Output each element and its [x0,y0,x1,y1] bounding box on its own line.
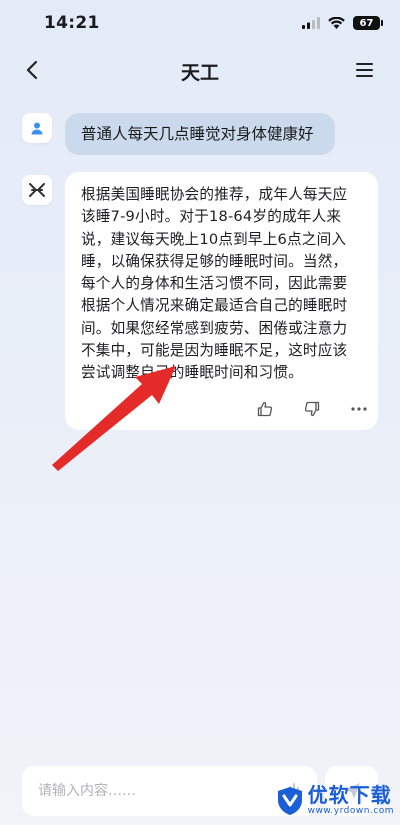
hamburger-icon-line [356,75,373,77]
status-bar: 14:21 67 [0,0,400,48]
status-icons: 67 [302,16,383,30]
more-dots-icon [351,407,367,411]
battery-icon: 67 [353,16,383,30]
more-options-button[interactable] [348,398,370,420]
page-title: 天工 [180,62,219,84]
shield-logo-icon [277,786,302,815]
watermark-url: www.yrdown.com [307,806,394,816]
bot-avatar [22,175,52,205]
watermark-title: 优软下载 [307,783,392,807]
nav-bar: 天工 [0,48,400,92]
dislike-button[interactable] [301,398,323,420]
user-icon [31,122,43,135]
message-actions [65,398,378,420]
user-avatar [22,113,52,143]
menu-button[interactable] [356,58,380,82]
user-message-bubble: 普通人每天几点睡觉对身体健康好 [65,113,335,155]
status-time: 14:21 [44,13,100,33]
watermark-text: 优软下载 www.yrdown.com [308,784,394,817]
tiangong-logo-icon [29,183,45,197]
hamburger-icon-line [356,69,373,71]
message-input-bar [22,766,317,816]
like-button[interactable] [254,398,276,420]
wifi-icon [328,17,345,29]
message-input[interactable] [22,766,272,816]
watermark: 优软下载 www.yrdown.com [277,784,394,817]
thumbs-up-icon [257,401,273,417]
bot-message-bubble: 根据美国睡眠协会的推荐，成年人每天应该睡7-9小时。对于18-64岁的成年人来说… [65,172,378,430]
hamburger-icon [356,63,373,65]
signal-icon [302,17,320,29]
battery-level: 67 [359,17,374,29]
bot-message-text: 根据美国睡眠协会的推荐，成年人每天应该睡7-9小时。对于18-64岁的成年人来说… [81,186,348,382]
thumbs-down-icon [304,401,320,417]
